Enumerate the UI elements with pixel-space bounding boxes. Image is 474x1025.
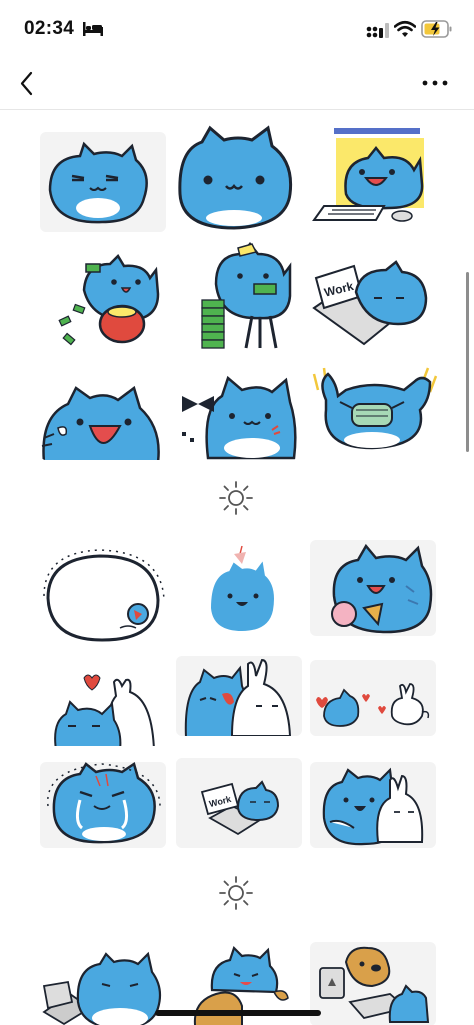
nav-bar bbox=[0, 60, 474, 110]
sticker-cat-blob-outline[interactable] bbox=[40, 544, 166, 650]
home-indicator[interactable] bbox=[155, 1010, 321, 1016]
sticker-cat-laptop-bottom[interactable] bbox=[40, 942, 166, 1025]
sticker-cat-money-purse[interactable] bbox=[40, 248, 166, 360]
sticker-cat-typing-keyboard[interactable] bbox=[306, 124, 432, 236]
sticker-cat-eating-cookie[interactable] bbox=[310, 540, 436, 636]
wifi-icon bbox=[394, 20, 416, 37]
sticker-section-2: Work bbox=[0, 530, 474, 860]
sticker-cat-bunny-hearts-far[interactable] bbox=[310, 660, 436, 736]
sticker-cat-bowtie-angry[interactable] bbox=[172, 368, 298, 460]
more-button[interactable] bbox=[418, 70, 452, 96]
status-bar: 02:34 bbox=[0, 0, 474, 60]
sticker-cat-bunny-heart[interactable] bbox=[40, 670, 166, 746]
status-time: 02:34 bbox=[24, 18, 75, 39]
sticker-cat-hanging-small[interactable] bbox=[172, 538, 298, 650]
sticker-cat-work-laptop[interactable]: Work bbox=[306, 252, 432, 352]
bed-icon bbox=[83, 22, 103, 36]
signal-icon bbox=[366, 23, 389, 38]
ellipsis-icon bbox=[422, 80, 448, 86]
sticker-cat-big-face[interactable] bbox=[172, 124, 298, 236]
sticker-cat-laptop-small[interactable]: Work bbox=[176, 758, 302, 848]
battery-charging-icon bbox=[421, 20, 452, 38]
sticker-cat-computer-dog[interactable] bbox=[310, 942, 436, 1025]
sticker-cat-bunny-hug[interactable] bbox=[176, 656, 302, 736]
sticker-cat-bunny-cuddle[interactable] bbox=[310, 762, 436, 848]
sticker-cat-money-stack[interactable] bbox=[180, 240, 306, 360]
back-button[interactable] bbox=[12, 66, 44, 102]
chevron-left-icon bbox=[20, 71, 33, 96]
sticker-cat-shouting[interactable] bbox=[40, 376, 166, 460]
sun-divider-icon-2 bbox=[219, 876, 253, 910]
sticker-section-1: Work bbox=[0, 120, 474, 465]
sun-divider-icon bbox=[219, 481, 253, 515]
sticker-cat-sleepy[interactable] bbox=[40, 132, 166, 232]
sticker-cat-crying[interactable] bbox=[40, 762, 166, 848]
sticker-cat-mask-cheer[interactable] bbox=[312, 360, 438, 460]
